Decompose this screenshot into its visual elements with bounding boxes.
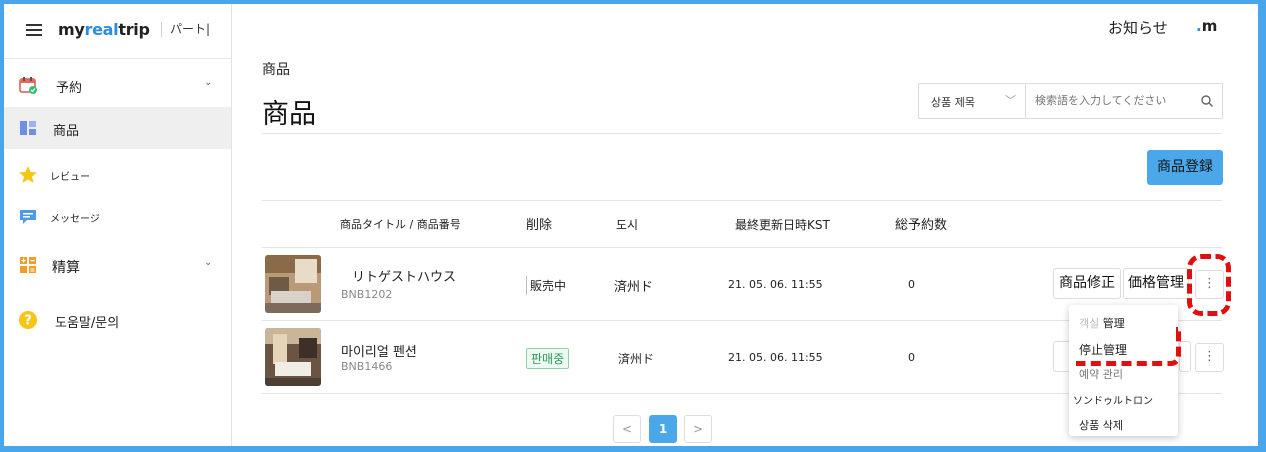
column-header-bookings: 総予約数: [895, 218, 948, 233]
sidebar-item-products[interactable]: 商品: [4, 107, 231, 149]
chevron-down-icon: ⌄: [204, 257, 213, 268]
price-management-button[interactable]: 価格管理: [1123, 268, 1189, 299]
room-photo: [265, 328, 321, 386]
chat-bubble-icon: [20, 210, 36, 224]
product-bookings: 0: [908, 278, 915, 291]
edit-product-button[interactable]: 商品修正: [1053, 268, 1121, 299]
product-bookings: 0: [908, 351, 915, 364]
help-circle-icon: ?: [19, 311, 37, 329]
calculator-icon: [20, 257, 36, 273]
product-grid-icon: [20, 121, 36, 135]
annotation-highlight: [1076, 327, 1181, 366]
register-product-button[interactable]: 商品登録: [1147, 150, 1223, 185]
annotation-highlight: [1187, 254, 1231, 316]
status-badge: 販売中: [526, 276, 569, 295]
breadcrumb: 商品: [262, 62, 290, 78]
column-header-city: 도시: [616, 218, 639, 232]
divider: [262, 200, 1222, 201]
product-updated: 21. 05. 06. 11:55: [728, 351, 823, 364]
menu-item-delete-product[interactable]: 상품 삭제: [1079, 417, 1123, 433]
sidebar: myrealtrip パート| 予約 ⌄ 商品 レビュー メッセージ 精算 ⌄ …: [4, 4, 232, 446]
product-code: BNB1466: [341, 360, 393, 373]
sidebar-header: myrealtrip パート|: [4, 4, 231, 59]
more-options-menu: 객실 管理 停止管理 예약 관리 ソンドゥルトロン 상품 삭제: [1069, 305, 1178, 436]
sidebar-item-label: 予約: [56, 81, 83, 96]
product-code: BNB1202: [341, 288, 393, 301]
column-header-updated: 最終更新日時KST: [735, 218, 830, 232]
sidebar-item-settlement[interactable]: 精算 ⌄: [4, 244, 231, 286]
sidebar-item-help[interactable]: ? 도움말/문의: [4, 299, 231, 341]
menu-item-reservation-management[interactable]: 예약 관리: [1079, 366, 1123, 382]
brand-mark[interactable]: .m: [1196, 17, 1217, 35]
search-field-select[interactable]: 상품 제목 ﹀: [919, 84, 1026, 118]
divider: [262, 133, 1222, 134]
pagination-prev-button[interactable]: <: [613, 415, 641, 443]
svg-text:?: ?: [24, 314, 32, 329]
hamburger-menu-icon[interactable]: [26, 24, 42, 36]
product-title[interactable]: 마이리얼 펜션: [341, 341, 417, 360]
chevron-down-icon: ﹀: [1005, 94, 1016, 107]
sidebar-item-reservation[interactable]: 予約 ⌄: [4, 64, 231, 106]
product-title[interactable]: リトゲストハウス: [352, 266, 456, 285]
menu-item-extra[interactable]: ソンドゥルトロン: [1073, 392, 1153, 407]
product-thumbnail[interactable]: [265, 255, 321, 313]
divider: [262, 247, 1222, 248]
room-photo: [265, 255, 321, 313]
star-icon: [19, 166, 37, 183]
sidebar-item-label: 商品: [53, 124, 80, 139]
sidebar-item-label: 精算: [52, 260, 80, 276]
more-options-icon[interactable]: ⋮: [1195, 343, 1224, 372]
page-title: 商品: [262, 99, 316, 130]
search-input[interactable]: [1035, 94, 1185, 107]
sidebar-item-label: レビュー: [50, 172, 90, 183]
search-select-value: 상품 제목: [931, 96, 975, 109]
notice-link[interactable]: お知らせ: [1108, 17, 1168, 38]
calendar-icon: [19, 77, 37, 94]
search-icon[interactable]: [1200, 94, 1214, 108]
search-bar: 상품 제목 ﹀: [918, 83, 1223, 119]
column-header-delete: 削除: [526, 218, 553, 233]
sidebar-item-label: 도움말/문의: [55, 316, 120, 331]
chevron-down-icon: ⌄: [204, 77, 213, 88]
product-city: 済州ド: [614, 280, 654, 295]
product-updated: 21. 05. 06. 11:55: [728, 278, 823, 291]
pagination-next-button[interactable]: >: [684, 415, 712, 443]
logo-divider: [161, 22, 162, 37]
app-window: myrealtrip パート| 予約 ⌄ 商品 レビュー メッセージ 精算 ⌄ …: [4, 4, 1258, 446]
sidebar-item-reviews[interactable]: レビュー: [4, 154, 231, 196]
column-header-title: 商品タイトル / 商品番号: [340, 218, 461, 231]
brand-logo[interactable]: myrealtrip: [58, 20, 150, 39]
sidebar-item-label: メッセージ: [50, 214, 100, 225]
sidebar-item-messages[interactable]: メッセージ: [4, 196, 231, 238]
status-badge: 판매중: [526, 348, 570, 369]
pagination-page-1[interactable]: 1: [649, 415, 677, 443]
product-thumbnail[interactable]: [265, 328, 321, 386]
product-city: 済州ド: [618, 352, 655, 366]
partner-label: パート|: [170, 22, 211, 36]
